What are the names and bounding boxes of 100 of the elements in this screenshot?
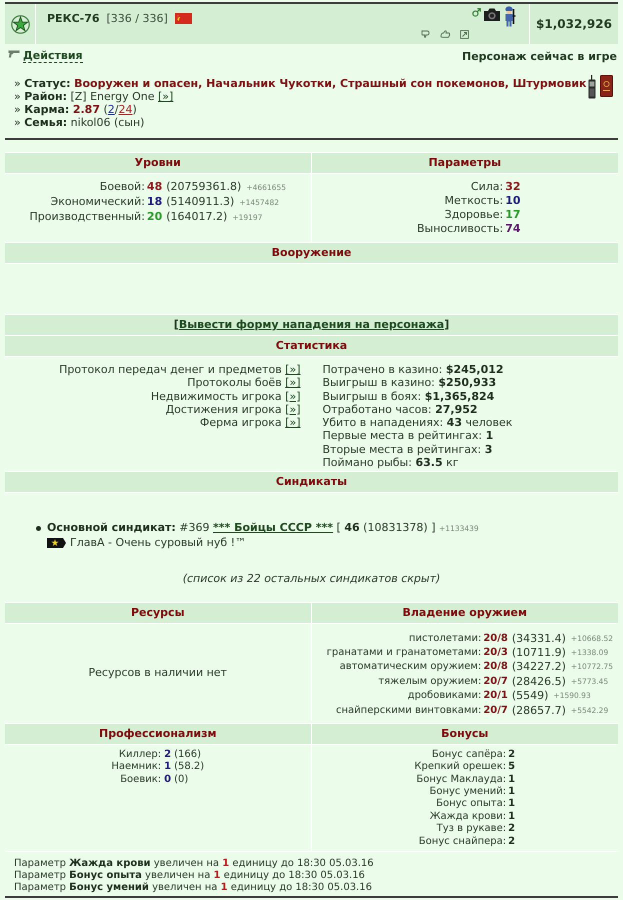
passport-icon: [600, 75, 613, 97]
empty-resources-note: Ресурсов в наличии нет: [88, 666, 227, 680]
bonus-value: 1: [508, 810, 516, 824]
weapon-experience: (28426.5): [512, 674, 566, 689]
section-header: Владение оружием: [312, 602, 618, 624]
bonus-label: Крепкий орешек:: [414, 761, 506, 774]
karma-positive-link[interactable]: 2: [108, 103, 115, 116]
parameter-value: 10: [505, 194, 521, 208]
open-link[interactable]: [»]: [285, 390, 300, 403]
skill-points: (166): [174, 748, 202, 761]
parameter-value: 74: [505, 222, 521, 236]
weapon-label: дробовиками:: [406, 689, 482, 704]
weapon-level: 20/7: [483, 704, 508, 718]
weapon-label: тяжелым оружием:: [377, 674, 482, 689]
parameter-label: Меткость:: [444, 194, 504, 208]
mobile-phone-icon: [588, 75, 596, 99]
rank-badge-icon: [47, 538, 66, 548]
section-header: Бонусы: [312, 722, 618, 744]
online-status: Персонаж сейчас в игре: [462, 50, 617, 62]
actions-toggle[interactable]: Действия: [23, 50, 83, 62]
bonus-value: 2: [508, 823, 516, 836]
parameter-label: Выносливость:: [416, 222, 504, 236]
parameter-label: Здоровье:: [444, 208, 504, 222]
weapon-experience: (34331.4): [512, 632, 566, 646]
weapon-experience: (28657.7): [512, 704, 566, 718]
bonus-label: Туз в рукаве:: [436, 823, 506, 836]
flag-icon: [174, 12, 192, 24]
weapon-label: пистолетами:: [408, 632, 482, 646]
bonus-label: Бонус снайпера:: [418, 836, 506, 848]
family-line: » Семья: nikol06 (сын): [14, 116, 146, 129]
male-sign-icon: [472, 8, 481, 17]
weapon-level: 20/8: [483, 632, 508, 646]
camera-icon: [483, 6, 501, 22]
bullet-icon: [36, 526, 41, 532]
weapon-experience: (34227.2): [512, 660, 566, 674]
stat-line: Первые места в рейтингах: 1: [322, 429, 494, 443]
section-header: Параметры: [312, 152, 618, 173]
section-header: Вооружение: [5, 242, 618, 263]
bonus-value: 2: [508, 836, 516, 848]
weapon-label: гранатами и гранатометами:: [326, 646, 482, 660]
hidden-syndicates-note: (список из 22 остальных синдикатов скрыт): [182, 572, 442, 586]
level-value: 20: [146, 210, 162, 225]
open-link[interactable]: [»]: [285, 376, 300, 390]
section-header: Уровни: [5, 152, 312, 173]
bonus-label: Жажда крови:: [428, 810, 506, 824]
weapon-level: 20/1: [483, 689, 508, 704]
open-link[interactable]: [»]: [285, 416, 300, 430]
bonus-value: 2: [508, 748, 516, 762]
skill-value: 0: [164, 774, 172, 786]
level-label: Боевой:: [98, 180, 145, 195]
syndicate-role: ГлавА - Очень суровый нуб !™: [70, 536, 246, 550]
stat-line: Потрачено в казино: $245,012: [322, 363, 505, 376]
stat-line: Отработано часов: 27,952: [322, 402, 479, 416]
syndicate-link[interactable]: *** Бойцы СССР ***: [213, 521, 334, 534]
stat-line: Вторые места в рейтингах: 3: [322, 442, 494, 456]
bonus-label: Бонус опыта:: [435, 798, 506, 811]
log-link-line: Недвижимость игрока [»]: [150, 390, 300, 403]
stat-line: Убито в нападениях: 43 человек: [322, 416, 514, 430]
section-header: Профессионализм: [5, 722, 312, 744]
thumbs-down-icon[interactable]: [421, 30, 431, 38]
weapon-level: 20/3: [483, 646, 508, 660]
district-link[interactable]: [»]: [158, 90, 174, 103]
bonus-value: 1: [508, 774, 516, 786]
bonus-value: 1: [508, 798, 516, 811]
weapon-level: 20/7: [483, 674, 508, 689]
parameter-label: Сила:: [470, 180, 504, 194]
parameter-value: 17: [505, 208, 521, 222]
status-line: » Статус: Вооружен и опасен, Начальник Чукотки, Страшный сон покемонов, Штурмовик: [14, 77, 586, 90]
notice-line: Параметр Бонус умений увеличен на 1 единицу до 18:30 05.03.16: [14, 882, 373, 894]
open-link[interactable]: [»]: [285, 402, 300, 416]
skill-label: Боевик:: [119, 774, 162, 786]
stat-line: Поймано рыбы: 63.5 кг: [322, 456, 460, 470]
open-link[interactable]: [»]: [285, 363, 300, 376]
weapon-label: снайперскими винтовками:: [335, 704, 482, 718]
level-experience: (5140911.3): [166, 195, 234, 209]
expand-icon[interactable]: [460, 30, 469, 39]
weapon-experience: (10711.9): [512, 646, 566, 660]
player-name: РЕКС-76: [47, 12, 100, 24]
log-link-line: Протокол передач денег и предметов [»]: [58, 363, 300, 376]
skill-value: 2: [164, 748, 172, 762]
hand-icon[interactable]: [440, 30, 451, 38]
skill-value: 1: [164, 761, 172, 774]
notice-line: Параметр Жажда крови увеличен на 1 единицу до 18:30 05.03.16: [14, 858, 375, 870]
weapon-label: автоматическим оружием:: [338, 660, 482, 674]
weapon-experience: (5549): [512, 689, 548, 704]
soldier-icon: [503, 6, 518, 27]
skill-points: (0): [174, 774, 190, 786]
section-header: Ресурсы: [5, 602, 312, 624]
karma-negative-link[interactable]: 24: [118, 103, 132, 116]
log-link-line: Ферма игрока [»]: [198, 416, 300, 430]
skill-label: Наемник:: [111, 761, 162, 774]
bonus-label: Бонус умений:: [428, 786, 506, 798]
level-value: 18: [146, 195, 162, 210]
pistol-icon: [8, 50, 20, 58]
money-balance: $1,032,926: [536, 17, 612, 31]
skill-label: Киллер:: [118, 748, 162, 762]
log-link-line: Достижения игрока [»]: [164, 402, 300, 416]
level-experience: (164017.2): [166, 210, 228, 224]
attack-form-link[interactable]: [Вывести форму нападения на персонажа]: [174, 318, 450, 331]
bonus-label: Бонус Маклауда:: [415, 774, 506, 786]
